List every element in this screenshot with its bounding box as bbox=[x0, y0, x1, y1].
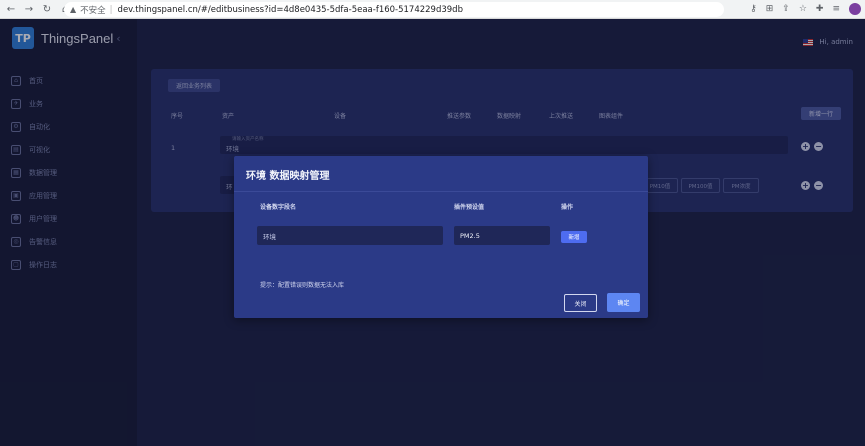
field-name-input[interactable]: 环境 bbox=[257, 226, 443, 245]
address-bar[interactable]: ▲ 不安全 | dev.thingspanel.cn/#/editbusines… bbox=[64, 2, 724, 17]
warning-icon[interactable]: ▲ bbox=[70, 5, 76, 14]
back-arrow-icon[interactable]: ← bbox=[4, 4, 18, 15]
confirm-button[interactable]: 确定 bbox=[607, 293, 640, 312]
browser-actions: ⚷ ⊞ ⇪ ☆ ✚ ≡ bbox=[750, 3, 861, 15]
browser-toolbar: ← → ↻ ⌂ ▲ 不安全 | dev.thingspanel.cn/#/edi… bbox=[0, 0, 865, 19]
key-icon[interactable]: ⚷ bbox=[750, 4, 757, 14]
dialog-title: 环境 数据映射管理 bbox=[246, 171, 330, 182]
dialog-divider bbox=[234, 191, 648, 192]
reading-list-icon[interactable]: ≡ bbox=[832, 4, 840, 14]
reload-icon[interactable]: ↻ bbox=[40, 4, 54, 15]
url-separator: | bbox=[109, 4, 113, 15]
dialog-tip: 提示：配置错误则数据无法入库 bbox=[260, 282, 345, 289]
profile-icon[interactable] bbox=[849, 3, 861, 15]
extensions-icon[interactable]: ✚ bbox=[816, 4, 824, 14]
url-text[interactable]: dev.thingspanel.cn/#/editbusiness?id=4d8… bbox=[118, 5, 463, 15]
preset-value-select[interactable]: PM2.5 bbox=[454, 226, 550, 245]
share-icon[interactable]: ⇪ bbox=[782, 4, 790, 14]
translate-icon[interactable]: ⊞ bbox=[766, 4, 774, 14]
column-header-action: 操作 bbox=[561, 204, 574, 211]
data-mapping-dialog: 环境 数据映射管理 设备数字段名 插件预设值 操作 环境 PM2.5 新增 提示… bbox=[234, 156, 648, 318]
star-icon[interactable]: ☆ bbox=[799, 4, 807, 14]
column-header-field: 设备数字段名 bbox=[260, 204, 297, 211]
column-header-preset: 插件预设值 bbox=[454, 204, 485, 211]
forward-arrow-icon[interactable]: → bbox=[22, 4, 36, 15]
close-button[interactable]: 关闭 bbox=[564, 294, 597, 312]
add-mapping-button[interactable]: 新增 bbox=[561, 231, 587, 243]
insecure-label: 不安全 bbox=[80, 5, 106, 16]
